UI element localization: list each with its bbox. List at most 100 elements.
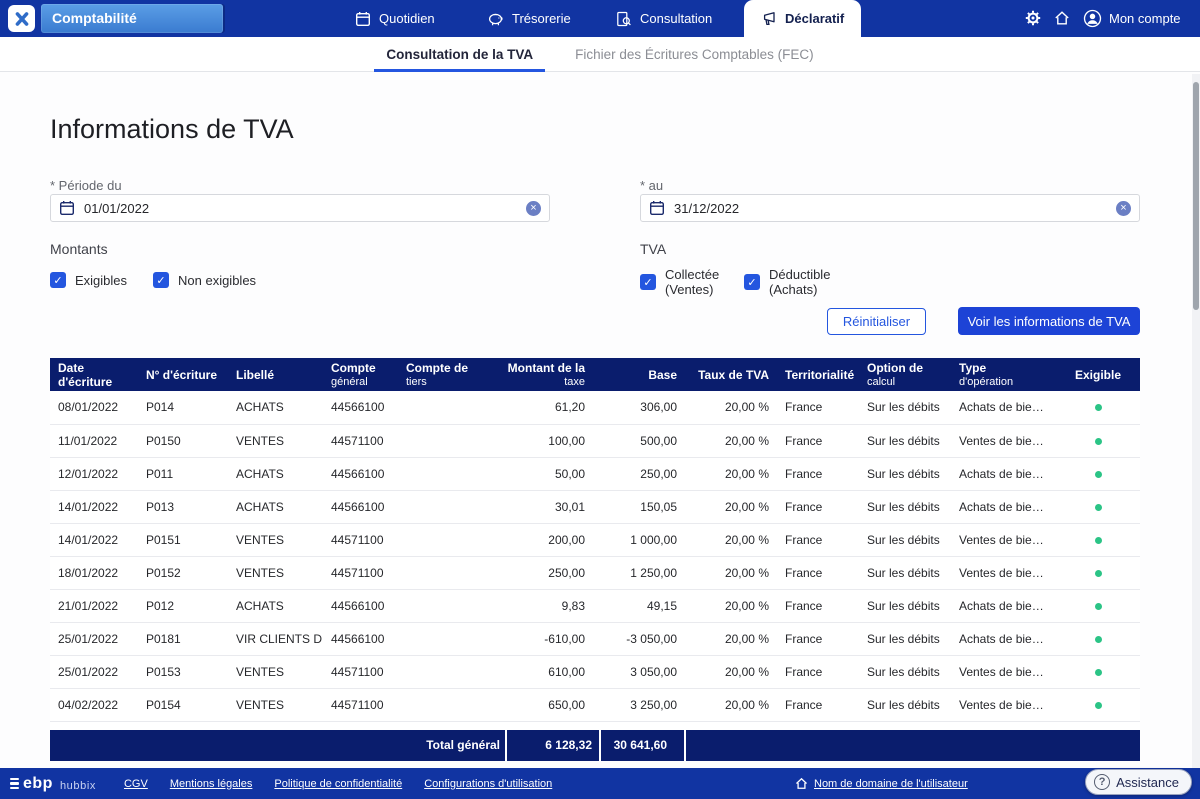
footer-link-cgv[interactable]: CGV (124, 778, 148, 790)
exigible-status-dot (1095, 504, 1102, 511)
tab-label: Fichier des Écritures Comptables (FEC) (575, 47, 814, 62)
nav-label: Déclaratif (785, 11, 844, 26)
reset-button[interactable]: Réinitialiser (827, 308, 926, 335)
total-row: Total général 6 128,32 30 641,60 (50, 730, 1140, 761)
checkbox-check-icon: ✓ (153, 272, 169, 288)
column-header: Compte detiers (398, 358, 493, 391)
brand-name: ebp (23, 775, 53, 793)
table-row[interactable]: 21/01/2022P012ACHATS445661009,8349,1520,… (50, 589, 1140, 622)
ebp-logo (8, 5, 35, 32)
nav-item-consultation[interactable]: Consultation (616, 0, 712, 37)
clipped-row (50, 722, 1140, 730)
exigible-status-dot (1095, 404, 1102, 411)
tab-fichier-fec[interactable]: Fichier des Écritures Comptables (FEC) (563, 37, 826, 71)
page-title: Informations de TVA (50, 114, 294, 145)
tva-table-head-row: Date d'écritureN° d'écritureLibelléCompt… (50, 358, 1140, 391)
column-header: Typed'opération (951, 358, 1056, 391)
house-icon (795, 777, 808, 790)
tva-section-label: TVA (640, 241, 666, 257)
period-to-label: * au (640, 178, 663, 193)
checkbox-check-icon: ✓ (50, 272, 66, 288)
clear-date-icon[interactable]: × (526, 201, 541, 216)
checkbox-exigibles[interactable]: ✓ Exigibles (50, 272, 127, 288)
question-mark-icon: ? (1094, 774, 1110, 790)
clear-date-icon[interactable]: × (1116, 201, 1131, 216)
column-header: Date d'écriture (50, 358, 138, 391)
tva-table-body: 08/01/2022P014ACHATS4456610061,20306,002… (50, 391, 1140, 721)
total-label: Total général (50, 730, 505, 761)
exigible-status-dot (1095, 702, 1102, 709)
vertical-scrollbar-track[interactable] (1192, 74, 1200, 768)
settings-gear-icon[interactable] (1025, 10, 1041, 26)
column-header: Exigible (1056, 358, 1140, 391)
checkbox-deductible-achats[interactable]: ✓ Déductible(Achats) (744, 267, 830, 297)
ebp-bars-icon (10, 778, 19, 790)
home-icon[interactable] (1054, 10, 1070, 26)
table-row[interactable]: 08/01/2022P014ACHATS4456610061,20306,002… (50, 391, 1140, 424)
table-row[interactable]: 14/01/2022P0151VENTES44571100200,001 000… (50, 523, 1140, 556)
account-label: Mon compte (1109, 11, 1181, 26)
exigible-status-dot (1095, 471, 1102, 478)
table-row[interactable]: 14/01/2022P013ACHATS4456610030,01150,052… (50, 490, 1140, 523)
topbar: Comptabilité Quotidien Trésorerie (0, 0, 1200, 37)
table-row[interactable]: 04/02/2022P0154VENTES44571100650,003 250… (50, 688, 1140, 721)
exigible-status-dot (1095, 636, 1102, 643)
column-header: Taux de TVA (685, 358, 777, 391)
total-taxe-value: 6 128,32 (507, 730, 599, 761)
table-row[interactable]: 25/01/2022P0153VENTES44571100610,003 050… (50, 655, 1140, 688)
column-header: Libellé (228, 358, 323, 391)
period-from-value: 01/01/2022 (84, 201, 517, 216)
table-row[interactable]: 25/01/2022P0181VIR CLIENTS D44566100-610… (50, 622, 1140, 655)
tab-consultation-tva[interactable]: Consultation de la TVA (374, 37, 545, 71)
period-to-value: 31/12/2022 (674, 201, 1107, 216)
footer: ebp hubbix CGV Mentions légales Politiqu… (0, 768, 1200, 799)
main-content: Informations de TVA * Période du 01/01/2… (0, 72, 1200, 768)
column-header: Comptegénéral (323, 358, 398, 391)
footer-links: CGV Mentions légales Politique de confid… (124, 778, 552, 790)
table-row[interactable]: 18/01/2022P0152VENTES44571100250,001 250… (50, 556, 1140, 589)
checkbox-check-icon: ✓ (744, 274, 760, 290)
calendar-icon (649, 200, 665, 216)
vertical-scrollbar-thumb[interactable] (1193, 82, 1199, 310)
footer-link-configurations-utilisation[interactable]: Configurations d'utilisation (424, 778, 552, 790)
ebp-x-logo-icon (14, 11, 30, 27)
period-from-label: * Période du (50, 178, 122, 193)
document-search-icon (616, 11, 632, 27)
table-row[interactable]: 12/01/2022P011ACHATS4456610050,00250,002… (50, 457, 1140, 490)
user-domain-link[interactable]: Nom de domaine de l'utilisateur (814, 778, 968, 790)
checkbox-non-exigibles[interactable]: ✓ Non exigibles (153, 272, 256, 288)
tva-table: Date d'écritureN° d'écritureLibelléCompt… (50, 358, 1140, 722)
user-avatar-icon (1083, 9, 1102, 28)
tab-label: Consultation de la TVA (386, 47, 533, 62)
checkbox-check-icon: ✓ (640, 274, 656, 290)
account-menu[interactable]: Mon compte (1083, 0, 1181, 37)
column-header: Option decalcul (859, 358, 951, 391)
exigible-status-dot (1095, 603, 1102, 610)
nav-item-declaratif-active-tab[interactable]: Déclaratif (744, 0, 861, 37)
calendar-icon (355, 11, 371, 27)
period-to-input[interactable]: 31/12/2022 × (640, 194, 1140, 222)
total-row-filler (686, 730, 1140, 761)
brand-suffix: hubbix (60, 780, 96, 792)
footer-link-mentions-legales[interactable]: Mentions légales (170, 778, 253, 790)
exigible-status-dot (1095, 438, 1102, 445)
nav-item-tresorerie[interactable]: Trésorerie (487, 0, 571, 37)
piggy-bank-icon (487, 11, 504, 27)
nav-item-quotidien[interactable]: Quotidien (355, 0, 435, 37)
view-tva-info-button[interactable]: Voir les informations de TVA (958, 307, 1140, 335)
montants-section-label: Montants (50, 241, 108, 257)
table-row[interactable]: 11/01/2022P0150VENTES44571100100,00500,0… (50, 424, 1140, 457)
total-base-value: 30 641,60 (601, 730, 684, 761)
user-domain: Nom de domaine de l'utilisateur (795, 768, 968, 799)
checkbox-label: Non exigibles (178, 273, 256, 288)
assistance-button[interactable]: ? Assistance (1085, 769, 1192, 795)
footer-link-politique-confidentialite[interactable]: Politique de confidentialité (274, 778, 402, 790)
product-selector[interactable]: Comptabilité (41, 4, 223, 33)
calendar-icon (59, 200, 75, 216)
ebp-footer-logo: ebp hubbix (10, 775, 96, 793)
column-header: Base (593, 358, 685, 391)
checkbox-collectee-ventes[interactable]: ✓ Collectée(Ventes) (640, 267, 719, 297)
period-from-input[interactable]: 01/01/2022 × (50, 194, 550, 222)
nav-label: Consultation (640, 11, 712, 26)
checkbox-label: Collectée(Ventes) (665, 267, 719, 297)
